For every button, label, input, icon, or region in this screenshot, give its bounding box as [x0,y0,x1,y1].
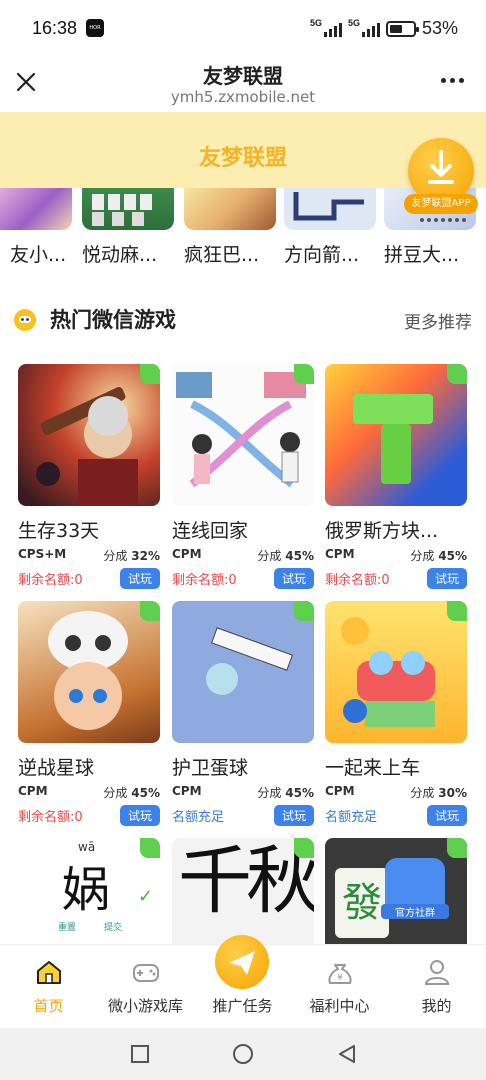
carousel-item[interactable]: 悦动麻... [82,188,174,267]
page-title: 友梦联盟 [203,64,283,88]
game-card[interactable]: 逆战星球 CPM 分成 45% 剩余名额:0 试玩 [18,601,160,826]
try-play-button[interactable]: 试玩 [273,568,314,589]
billing-model: CPM [172,784,202,798]
back-icon[interactable] [336,1043,358,1065]
quota-status: 剩余名额:0 [172,573,237,588]
game-thumbnail[interactable]: 千秋 [172,838,314,944]
quota-status: 名额充足 [172,810,225,825]
game-thumbnail[interactable] [18,364,160,506]
game-name: 护卫蛋球 [172,757,249,779]
revenue-share: 分成 45% [103,786,160,800]
game-card[interactable]: 生存33天 CPS+M 分成 32% 剩余名额:0 试玩 [18,364,160,589]
game-card[interactable]: 连线回家 CPM 分成 45% 剩余名额:0 试玩 [172,364,314,589]
bottom-tab-bar: 首页 微小游戏库 推广任务 ¥ 福利中心 我的 [0,935,486,1029]
gamepad-icon [133,964,159,982]
browser-header: 友梦联盟 ymh5.zxmobile.net [0,58,486,112]
download-label: 友梦联盟APP [404,194,478,214]
game-thumbnail[interactable] [325,364,467,506]
link-icon [140,838,160,858]
game-thumbnail[interactable] [172,364,314,506]
game-name: 生存33天 [18,520,100,542]
game-card[interactable]: 护卫蛋球 CPM 分成 45% 名额充足 试玩 [172,601,314,826]
try-play-button[interactable]: 试玩 [426,805,467,826]
try-play-button[interactable]: 试玩 [119,805,160,826]
revenue-share: 分成 30% [410,786,467,800]
game-thumbnail[interactable]: 發 官方社群 [325,838,467,944]
revenue-share: 分成 45% [257,786,314,800]
carousel-dots [420,218,466,222]
game-name: 俄罗斯方块... [325,520,439,542]
link-icon [140,364,160,384]
game-thumbnail[interactable] [325,601,467,743]
game-card[interactable]: 俄罗斯方块... CPM 分成 45% 剩余名额:0 试玩 [325,364,467,589]
billing-model: CPM [18,784,48,798]
more-options-icon[interactable] [441,78,464,83]
revenue-share: 分成 45% [410,549,467,563]
game-card[interactable]: wā 娲 ✓ 重置 提交 [18,838,160,944]
link-icon [447,838,467,858]
quota-status: 剩余名额:0 [18,810,83,825]
section-title: 热门微信游戏 [50,308,176,332]
paper-plane-icon [215,935,269,989]
download-app-button[interactable]: 友梦联盟APP [404,138,478,222]
revenue-share: 分成 32% [103,549,160,563]
link-icon [140,601,160,621]
revenue-share: 分成 45% [257,549,314,563]
money-bag-icon: ¥ [328,964,352,984]
try-play-button[interactable]: 试玩 [119,568,160,589]
svg-text:¥: ¥ [337,973,343,983]
game-thumbnail[interactable] [172,601,314,743]
game-thumbnail[interactable] [18,601,160,743]
link-icon [294,364,314,384]
signal-2-icon: 5G [348,18,380,37]
battery-percent: 53% [421,18,458,38]
billing-model: CPS+M [18,547,67,561]
tab-game-library[interactable]: 微小游戏库 [97,945,194,1029]
hot-games-section-header: 热门微信游戏 更多推荐 [0,296,486,340]
carousel-item[interactable]: 友小... [0,188,72,267]
tab-promotion-tasks[interactable]: 推广任务 [194,935,291,1029]
link-icon [447,601,467,621]
quota-status: 剩余名额:0 [18,573,83,588]
page-url: ymh5.zxmobile.net [170,88,316,106]
signal-1-icon: 5G [310,18,342,37]
link-icon [294,838,314,858]
tab-welfare-center[interactable]: ¥ 福利中心 [291,945,388,1029]
link-icon [294,601,314,621]
status-time: 16:38 [32,18,78,38]
quota-status: 剩余名额:0 [325,573,390,588]
game-name: 一起来上车 [325,757,421,779]
app-notification-icon: HOR [86,19,104,37]
billing-model: CPM [325,547,355,561]
game-mascot-icon [14,309,36,331]
status-bar: 16:38 HOR 5G 5G 53% [0,0,486,58]
recent-apps-icon[interactable] [130,1044,150,1064]
carousel-item[interactable]: 疯狂巴... [184,188,276,267]
battery-icon [385,20,419,37]
billing-model: CPM [172,547,202,561]
user-icon [424,960,450,985]
game-name: 连线回家 [172,520,249,542]
tab-profile[interactable]: 我的 [388,945,485,1029]
game-name: 逆战星球 [18,757,95,779]
try-play-button[interactable]: 试玩 [273,805,314,826]
home-button-icon[interactable] [232,1043,254,1065]
link-icon [447,364,467,384]
tab-home[interactable]: 首页 [0,945,97,1029]
quota-status: 名额充足 [325,810,378,825]
game-thumbnail[interactable]: wā 娲 ✓ 重置 提交 [18,838,160,944]
status-indicators: 5G 5G 53% [310,18,458,39]
try-play-button[interactable]: 试玩 [426,568,467,589]
system-navigation-bar [0,1028,486,1080]
home-icon [37,961,61,984]
more-recommend-link[interactable]: 更多推荐 [404,308,472,333]
game-card[interactable]: 一起来上车 CPM 分成 30% 名额充足 试玩 [325,601,467,826]
game-card[interactable]: 發 官方社群 [325,838,467,944]
billing-model: CPM [325,784,355,798]
carousel-item[interactable]: 方向箭... [284,188,376,267]
game-card[interactable]: 千秋 [172,838,314,944]
